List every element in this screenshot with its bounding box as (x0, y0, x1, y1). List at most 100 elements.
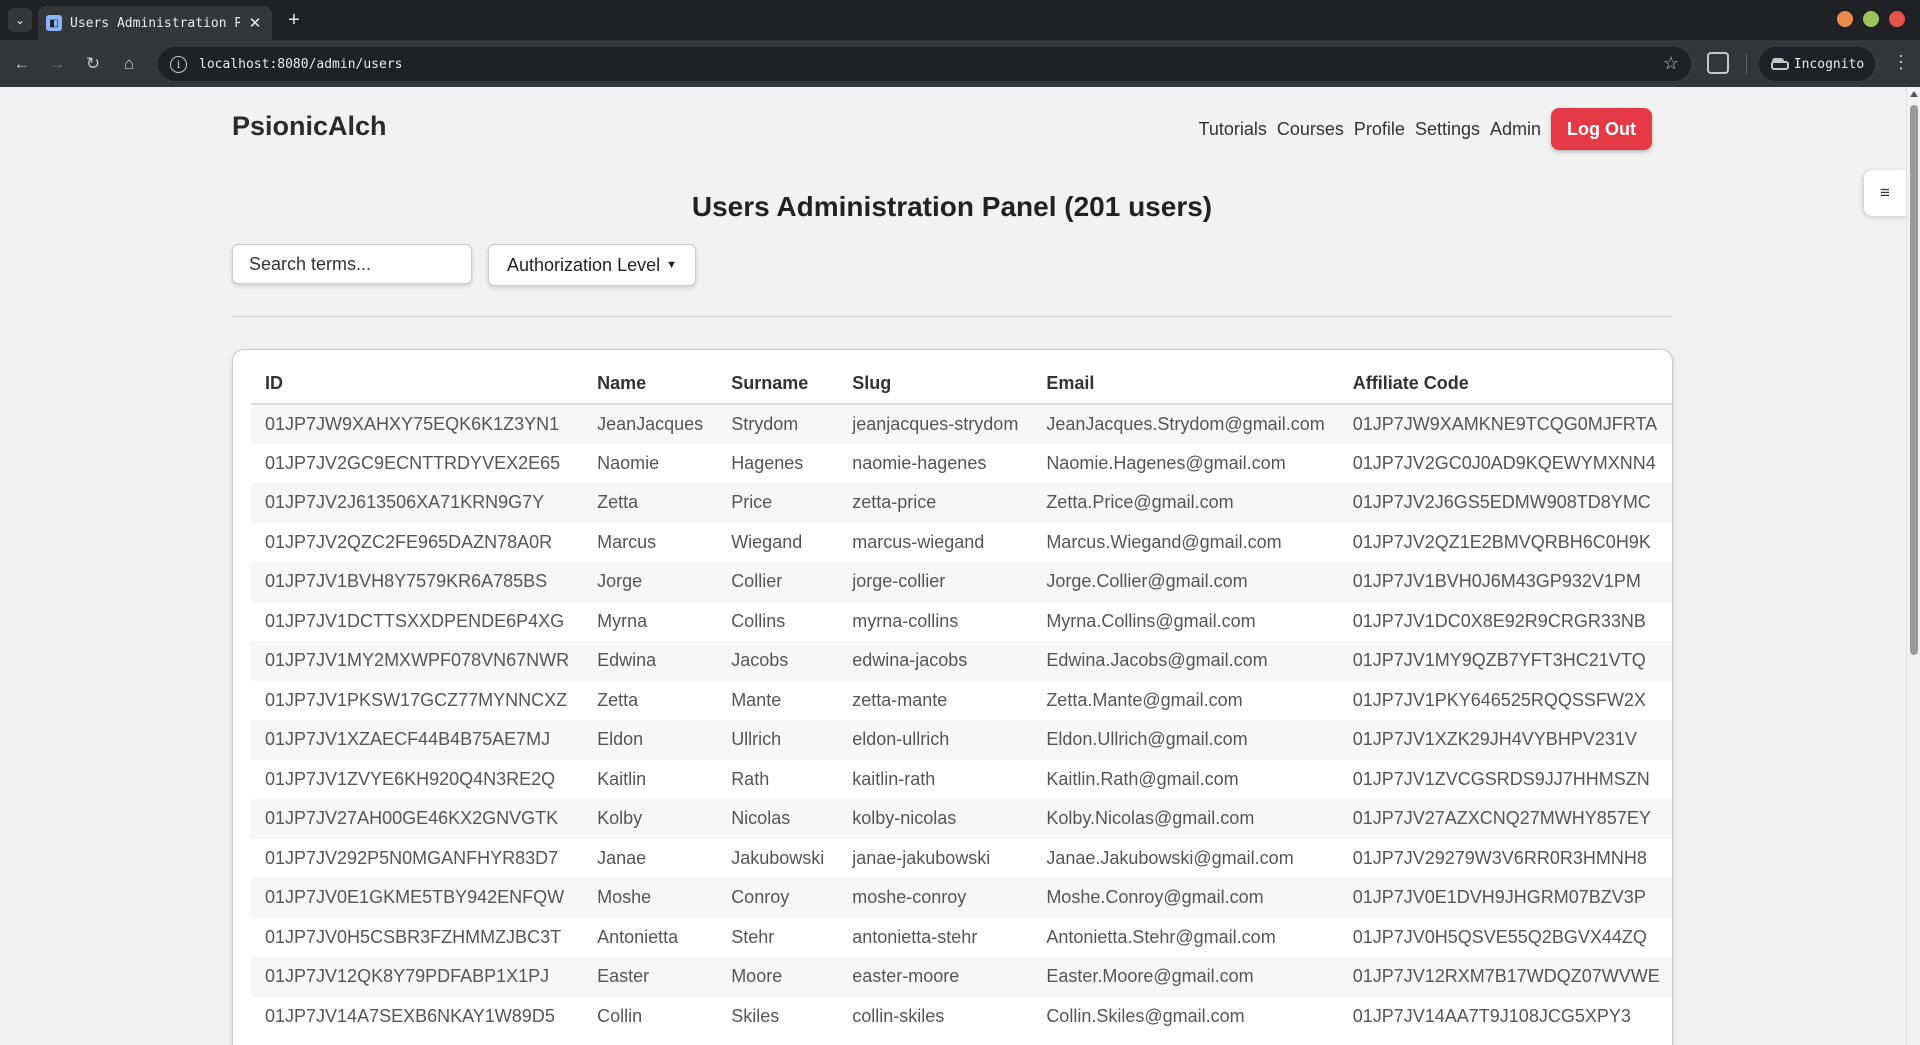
info-icon[interactable]: i (170, 55, 187, 73)
address-bar[interactable]: i localhost:8080/admin/users ☆ (158, 47, 1691, 81)
cell-user-surname: Price (731, 492, 773, 513)
cell-user-affiliate-code: 01JP7JV0H5QSVE55Q2BGVX44ZQ (1352, 926, 1647, 947)
column-header-slug[interactable]: Slug (838, 364, 1033, 405)
authorization-level-select[interactable]: Authorization Level ▼ (488, 244, 696, 286)
cell-user-name: Edwina (597, 650, 657, 671)
cell-user-email: Zetta.Mante@gmail.com (1046, 689, 1243, 710)
column-header-affiliate-code[interactable]: Affiliate Code (1338, 364, 1672, 405)
logout-button[interactable]: Log Out (1551, 108, 1652, 150)
table-body: 01JP7JW9XAHXY75EQK6K1Z3YN1 JeanJacques Str… (251, 404, 1672, 1036)
table-row[interactable]: 01JP7JV2J613506XA71KRN9G7Y Zetta Price zett… (251, 483, 1672, 523)
cell-user-email: Jorge.Collier@gmail.com (1046, 571, 1248, 592)
table-row[interactable]: 01JP7JV1PKSW17GCZ77MYNNCXZ Zetta Mante zett… (251, 680, 1672, 720)
cell-user-affiliate-code: 01JP7JV1PKY646525RQQSSFW2X (1352, 689, 1646, 710)
brand-logo[interactable]: PsionicAlch (232, 111, 387, 142)
cell-user-name: Zetta (597, 492, 639, 513)
cell-user-affiliate-code: 01JP7JV12RXM7B17WDQZ07WVWE (1352, 966, 1660, 987)
cell-user-slug: naomie-hagenes (852, 452, 987, 473)
nav-link-courses[interactable]: Courses (1277, 119, 1344, 140)
cell-user-slug: kolby-nicolas (852, 808, 957, 829)
cell-user-slug: eldon-ullrich (852, 729, 950, 750)
url-text[interactable]: localhost:8080/admin/users (199, 57, 403, 72)
browser-tab[interactable]: ◧ Users Administration Panel ✕ (38, 6, 272, 40)
cell-user-slug: antonietta-stehr (852, 926, 978, 947)
column-header-id[interactable]: ID (251, 364, 584, 405)
cell-user-id: 01JP7JV0H5CSBR3FZHMMZJBC3T (265, 926, 562, 947)
page-title: Users Administration Panel (201 users) (691, 191, 1213, 222)
cell-user-id: 01JP7JV14A7SEXB6NKAY1W89D5 (265, 1005, 555, 1026)
cell-user-affiliate-code: 01JP7JW9XAMKNE9TCQG0MJFRTA (1352, 413, 1658, 434)
nav-link-admin[interactable]: Admin (1490, 119, 1541, 140)
cell-user-affiliate-code: 01JP7JV2QZ1E2BMVQRBH6C0H9K (1352, 531, 1651, 552)
table-row[interactable]: 01JP7JV1ZVYE6KH920Q4N3RE2Q Kaitlin Rath kai… (251, 759, 1672, 799)
star-icon[interactable]: ☆ (1663, 53, 1679, 74)
cell-user-surname: Hagenes (731, 452, 804, 473)
cell-user-affiliate-code: 01JP7JV29279W3V6RR0R3HMNH8 (1352, 847, 1647, 868)
cell-user-slug: myrna-collins (852, 610, 959, 631)
users-table: ID Name Surname Slug Email Affiliate Cod… (251, 364, 1672, 1036)
cell-user-slug: zetta-mante (852, 689, 948, 710)
nav-link-tutorials[interactable]: Tutorials (1199, 119, 1267, 140)
table-row[interactable]: 01JP7JV0E1GKME5TBY942ENFQW Moshe Conroy mos… (251, 878, 1672, 918)
scrollbar-thumb[interactable] (1910, 105, 1918, 655)
table-header-row: ID Name Surname Slug Email Affiliate Cod… (251, 364, 1672, 405)
reload-icon[interactable]: ↻ (81, 52, 105, 76)
cell-user-slug: janae-jakubowski (852, 847, 991, 868)
cell-user-id: 01JP7JV27AH00GE46KX2GNVGTK (265, 808, 559, 829)
cell-user-name: Eldon (597, 729, 644, 750)
scroll-up-arrow[interactable] (1910, 91, 1918, 97)
cell-user-slug: moshe-conroy (852, 887, 967, 908)
table-row[interactable]: 01JP7JV12QK8Y79PDFABP1X1PJ Easter Moore eas… (251, 957, 1672, 997)
cell-user-surname: Collier (731, 571, 783, 592)
table-row[interactable]: 01JP7JV0H5CSBR3FZHMMZJBC3T Antonietta Steh… (251, 917, 1672, 957)
table-row[interactable]: 01JP7JW9XAHXY75EQK6K1Z3YN1 JeanJacques Str… (251, 404, 1672, 444)
cell-user-surname: Strydom (731, 413, 799, 434)
arrow-left-icon[interactable]: ← (10, 52, 34, 76)
hamburger-icon[interactable]: ≡ (1864, 170, 1906, 216)
browser-tab-bar: ⌄ ◧ Users Administration Panel ✕ + (0, 0, 1920, 40)
minimize-window-button[interactable] (1837, 11, 1853, 27)
chevron-down-icon[interactable]: ⌄ (8, 8, 32, 32)
kebab-menu-icon[interactable]: ⋮ (1892, 52, 1910, 73)
cell-user-id: 01JP7JW9XAHXY75EQK6K1Z3YN1 (265, 413, 560, 434)
cell-user-slug: zetta-price (852, 492, 937, 513)
cell-user-affiliate-code: 01JP7JV27AZXCNQ27MWHY857EY (1352, 808, 1651, 829)
cell-user-affiliate-code: 01JP7JV14AA7T9J108JCG5XPY3 (1352, 1005, 1631, 1026)
table-row[interactable]: 01JP7JV1BVH8Y7579KR6A785BS Jorge Collier jo… (251, 562, 1672, 602)
incognito-indicator[interactable]: Incognito (1759, 47, 1875, 81)
new-tab-icon[interactable]: + (282, 8, 306, 32)
cell-user-slug: kaitlin-rath (852, 768, 936, 789)
nav-link-profile[interactable]: Profile (1354, 119, 1405, 140)
cell-user-name: Collin (597, 1005, 643, 1026)
cell-user-id: 01JP7JV0E1GKME5TBY942ENFQW (265, 887, 565, 908)
cell-user-email: Zetta.Price@gmail.com (1046, 492, 1234, 513)
home-icon[interactable]: ⌂ (117, 52, 141, 76)
maximize-window-button[interactable] (1863, 11, 1879, 27)
puzzle-icon[interactable] (1707, 52, 1729, 74)
cell-user-name: Marcus (597, 531, 657, 552)
close-window-button[interactable] (1889, 11, 1905, 27)
column-header-surname[interactable]: Surname (717, 364, 839, 405)
close-icon[interactable]: ✕ (246, 14, 264, 32)
nav-link-settings[interactable]: Settings (1415, 119, 1480, 140)
arrow-right-icon[interactable]: → (45, 52, 69, 76)
table-row[interactable]: 01JP7JV14A7SEXB6NKAY1W89D5 Collin Skiles co… (251, 996, 1672, 1036)
column-header-email[interactable]: Email (1032, 364, 1339, 405)
table-row[interactable]: 01JP7JV2GC9ECNTTRDYVEX2E65 Naomie Hagenes n… (251, 443, 1672, 483)
table-row[interactable]: 01JP7JV1DCTTSXXDPENDE6P4XG Myrna Collins my… (251, 601, 1672, 641)
table-row[interactable]: 01JP7JV27AH00GE46KX2GNVGTK Kolby Nicolas ko… (251, 799, 1672, 839)
table-row[interactable]: 01JP7JV1MY2MXWPF078VN67NWR Edwina Jacobs ed… (251, 641, 1672, 681)
table-row[interactable]: 01JP7JV2QZC2FE965DAZN78A0R Marcus Wiegand m… (251, 522, 1672, 562)
toolbar-divider (1746, 54, 1747, 74)
cell-user-id: 01JP7JV1ZVYE6KH920Q4N3RE2Q (265, 768, 556, 789)
table-row[interactable]: 01JP7JV292P5N0MGANFHYR83D7 Janae Jakubowsk… (251, 838, 1672, 878)
cell-user-surname: Stehr (731, 926, 775, 947)
authorization-level-value: Authorization Level (507, 254, 661, 275)
cell-user-id: 01JP7JV12QK8Y79PDFABP1X1PJ (265, 966, 550, 987)
search-input[interactable] (232, 244, 472, 284)
cell-user-surname: Wiegand (731, 531, 803, 552)
column-header-name[interactable]: Name (583, 364, 718, 405)
chevron-down-icon: ▼ (666, 259, 677, 271)
page-scrollbar[interactable] (1906, 87, 1920, 1045)
table-row[interactable]: 01JP7JV1XZAECF44B4B75AE7MJ Eldon Ullrich el… (251, 720, 1672, 760)
